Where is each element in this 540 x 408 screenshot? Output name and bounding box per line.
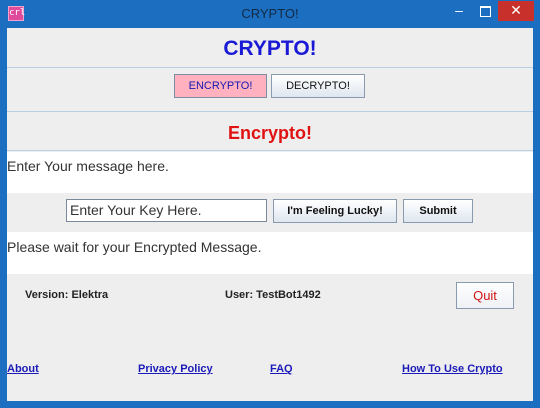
footer-links: About Privacy Policy FAQ How To Use Cryp… <box>7 363 533 383</box>
close-button[interactable]: ✕ <box>498 1 534 21</box>
encrypt-mode-button[interactable]: ENCRYPTO! <box>174 74 267 98</box>
message-input[interactable]: Enter Your message here. <box>7 152 533 193</box>
page-title: CRYPTO! <box>7 28 533 68</box>
title-bar[interactable]: crl CRYPTO! – ✕ <box>0 0 540 28</box>
message-text: Enter Your message here. <box>7 158 169 174</box>
decrypt-mode-button[interactable]: DECRYPTO! <box>271 74 365 98</box>
feeling-lucky-button[interactable]: I'm Feeling Lucky! <box>273 199 397 223</box>
app-window: crl CRYPTO! – ✕ CRYPTO! ENCRYPTO! DECRYP… <box>0 0 540 408</box>
submit-button[interactable]: Submit <box>403 199 473 223</box>
how-to-use-link[interactable]: How To Use Crypto <box>402 363 503 375</box>
client-area: CRYPTO! ENCRYPTO! DECRYPTO! Encrypto! En… <box>7 28 533 401</box>
maximize-button[interactable] <box>472 2 498 22</box>
output-area[interactable]: Please wait for your Encrypted Message. <box>7 232 533 274</box>
about-link[interactable]: About <box>7 363 39 375</box>
privacy-policy-link[interactable]: Privacy Policy <box>138 363 213 375</box>
mode-selector: ENCRYPTO! DECRYPTO! <box>7 69 533 112</box>
version-label: Version: Elektra <box>25 289 109 301</box>
faq-link[interactable]: FAQ <box>270 363 293 375</box>
minimize-button[interactable]: – <box>446 2 472 22</box>
info-row: Version: Elektra User: TestBot1492 Quit <box>7 274 533 324</box>
quit-button[interactable]: Quit <box>456 282 514 309</box>
output-text: Please wait for your Encrypted Message. <box>7 239 262 255</box>
key-row: Enter Your Key Here. I'm Feeling Lucky! … <box>7 193 533 232</box>
key-input[interactable]: Enter Your Key Here. <box>66 199 267 222</box>
mode-subtitle: Encrypto! <box>7 113 533 151</box>
user-label: User: TestBot1492 <box>225 289 321 301</box>
